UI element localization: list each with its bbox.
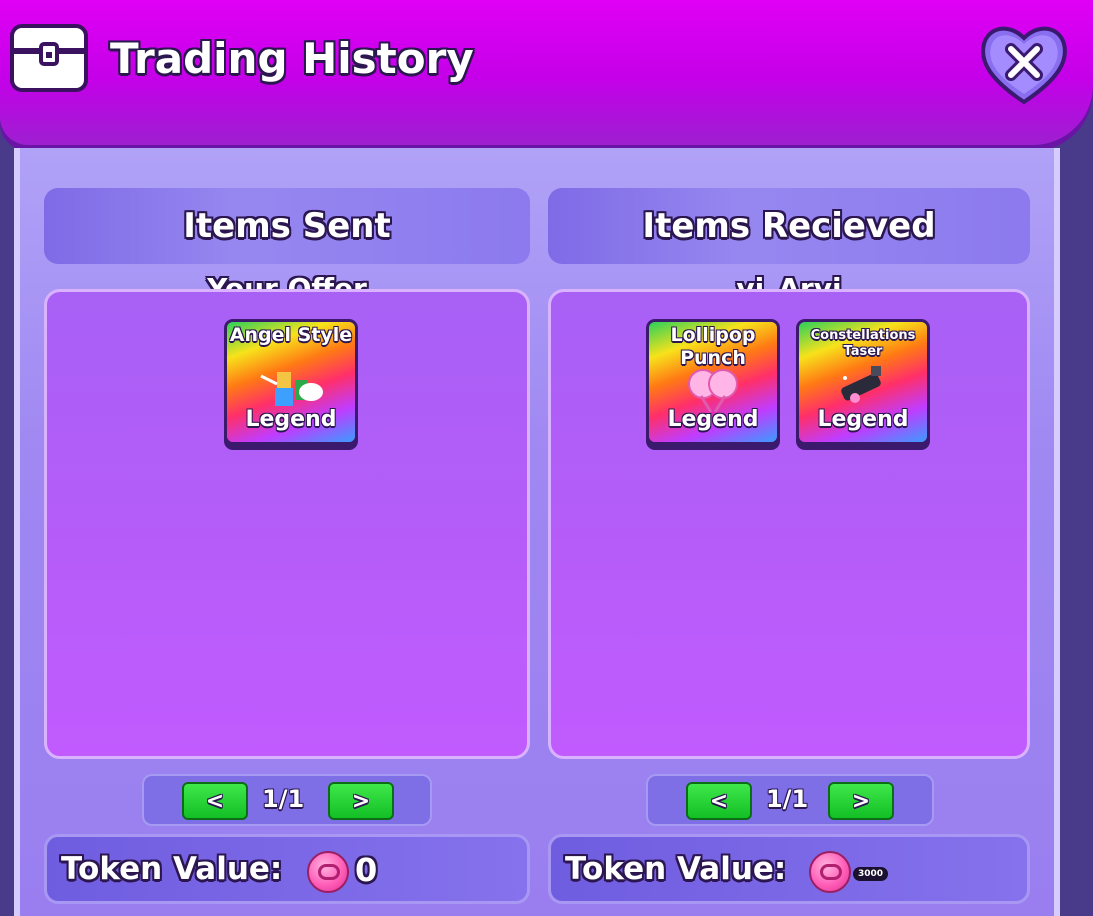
item-name: Lollipop Punch bbox=[670, 324, 756, 369]
received-token-bar: Token Value: 3000 bbox=[548, 834, 1030, 904]
items-received-heading: Items Recieved bbox=[548, 188, 1030, 264]
item-card-constellations-taser[interactable]: Constellations Taser Legend bbox=[799, 322, 927, 442]
item-name: Constellations Taser bbox=[810, 328, 916, 359]
items-sent-heading: Items Sent bbox=[44, 188, 530, 264]
item-rarity: Legend bbox=[817, 407, 909, 432]
item-rarity: Legend bbox=[667, 407, 759, 432]
taser-icon bbox=[841, 366, 881, 403]
angel-wings-icon bbox=[260, 372, 323, 406]
prev-page-button[interactable]: < bbox=[686, 782, 752, 820]
page-indicator: 1/1 bbox=[262, 785, 305, 813]
sent-items-box: Angel Style Legend bbox=[44, 289, 530, 759]
close-heart-icon[interactable] bbox=[978, 20, 1070, 106]
token-value: 3000 bbox=[853, 867, 889, 881]
items-sent-heading-label: Items Sent bbox=[183, 206, 391, 246]
item-card-lollipop-punch[interactable]: Lollipop Punch Legend bbox=[649, 322, 777, 442]
chest-icon bbox=[10, 24, 88, 92]
prev-page-button[interactable]: < bbox=[182, 782, 248, 820]
token-value: 0 bbox=[355, 851, 378, 889]
next-page-button[interactable]: > bbox=[828, 782, 894, 820]
page-title: Trading History bbox=[110, 34, 474, 83]
item-name: Angel Style bbox=[229, 324, 353, 346]
items-received-heading-label: Items Recieved bbox=[642, 206, 936, 246]
item-card-angel-style[interactable]: Angel Style Legend bbox=[227, 322, 355, 442]
page-indicator: 1/1 bbox=[766, 785, 809, 813]
received-items-box: Lollipop Punch Legend Constellations Tas… bbox=[548, 289, 1030, 759]
token-coin-icon bbox=[307, 851, 349, 893]
sent-token-bar: Token Value: 0 bbox=[44, 834, 530, 904]
sent-pager: < 1/1 > bbox=[142, 774, 432, 826]
header-bar: Trading History bbox=[0, 0, 1093, 145]
token-value-label: Token Value: bbox=[565, 851, 787, 887]
received-pager: < 1/1 > bbox=[646, 774, 934, 826]
token-value-label: Token Value: bbox=[61, 851, 283, 887]
token-coin-icon bbox=[809, 851, 851, 893]
item-rarity: Legend bbox=[245, 407, 337, 432]
next-page-button[interactable]: > bbox=[328, 782, 394, 820]
